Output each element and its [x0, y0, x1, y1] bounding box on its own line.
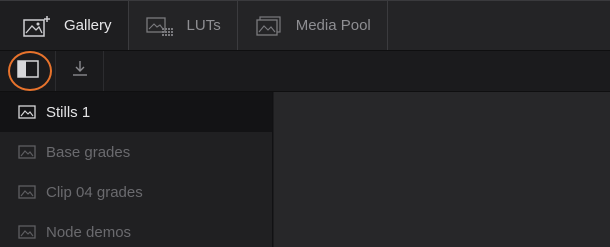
sidebar-toggle-button[interactable]	[0, 51, 56, 91]
album-label: Clip 04 grades	[46, 183, 143, 201]
tab-label: Gallery	[64, 17, 112, 34]
luts-icon	[145, 14, 175, 38]
import-icon	[71, 60, 89, 83]
album-sidebar: Stills 1 Base grades Clip 04 grades Node…	[0, 92, 273, 247]
still-album-icon	[18, 145, 36, 159]
sidebar-toggle-icon	[16, 59, 39, 83]
gallery-icon	[22, 14, 52, 38]
tab-bar-spacer	[388, 1, 610, 50]
tab-label: LUTs	[186, 17, 221, 34]
album-label: Stills 1	[46, 103, 91, 121]
album-item-clip-04-grades[interactable]: Clip 04 grades	[0, 172, 272, 212]
tab-media-pool[interactable]: Media Pool	[238, 1, 388, 50]
album-label: Node demos	[46, 223, 132, 241]
tab-gallery[interactable]: Gallery	[0, 1, 129, 50]
album-item-node-demos[interactable]: Node demos	[0, 212, 272, 247]
album-item-stills-1[interactable]: Stills 1	[0, 92, 272, 132]
panel-tab-bar: Gallery LUTs Media Pool	[0, 0, 610, 50]
import-button[interactable]	[56, 51, 104, 91]
still-album-icon	[18, 105, 36, 119]
tab-luts[interactable]: LUTs	[129, 1, 238, 50]
still-album-icon	[18, 185, 36, 199]
media-pool-icon	[254, 14, 284, 38]
still-album-icon	[18, 225, 36, 239]
tab-label: Media Pool	[295, 17, 371, 34]
album-label: Base grades	[46, 143, 131, 161]
stills-viewer[interactable]	[274, 92, 610, 247]
gallery-toolbar	[0, 50, 610, 92]
album-item-base-grades[interactable]: Base grades	[0, 132, 272, 172]
